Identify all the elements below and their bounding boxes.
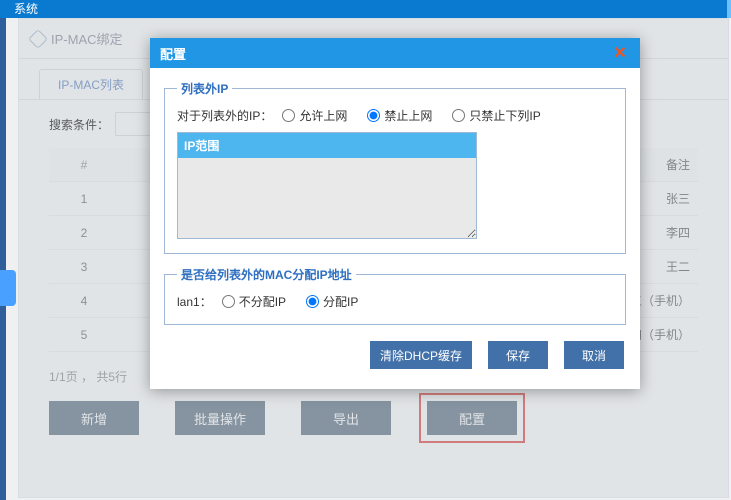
- side-drawer-handle[interactable]: [0, 270, 16, 306]
- radio-deny[interactable]: 禁止上网: [367, 107, 432, 124]
- radio-onlydeny-input[interactable]: [452, 109, 465, 122]
- radio-deny-input[interactable]: [367, 109, 380, 122]
- close-icon[interactable]: ✕: [610, 43, 630, 63]
- window-title-bar: 系统: [0, 0, 731, 18]
- mac-assign-row: lan1： 不分配IP 分配IP: [177, 293, 613, 310]
- radio-allow[interactable]: 允许上网: [282, 107, 347, 124]
- radio-allow-input[interactable]: [282, 109, 295, 122]
- outside-ip-label: 对于列表外的IP：: [177, 107, 272, 124]
- radio-onlydeny[interactable]: 只禁止下列IP: [452, 107, 540, 124]
- dialog-footer: 清除DHCP缓存 保存 取消: [164, 337, 626, 373]
- ip-range-list[interactable]: [178, 158, 476, 238]
- outside-ip-radio-row: 对于列表外的IP： 允许上网 禁止上网 只禁止下列IP: [177, 107, 613, 124]
- dialog-header: 配置 ✕: [150, 38, 640, 68]
- config-dialog: 配置 ✕ 列表外IP 对于列表外的IP： 允许上网 禁止上网 只禁止下列IP: [150, 38, 640, 389]
- fieldset-mac-assign: 是否给列表外的MAC分配IP地址 lan1： 不分配IP 分配IP: [164, 266, 626, 325]
- clear-dhcp-button[interactable]: 清除DHCP缓存: [370, 341, 472, 369]
- radio-assign[interactable]: 分配IP: [306, 293, 358, 310]
- radio-assign-input[interactable]: [306, 295, 319, 308]
- lan-label: lan1：: [177, 293, 212, 310]
- ip-range-header: IP范围: [178, 133, 476, 158]
- save-button[interactable]: 保存: [488, 341, 548, 369]
- radio-noassign-input[interactable]: [222, 295, 235, 308]
- fieldset-outside-ip: 列表外IP 对于列表外的IP： 允许上网 禁止上网 只禁止下列IP IP范围: [164, 80, 626, 254]
- fieldset-legend-2: 是否给列表外的MAC分配IP地址: [177, 266, 356, 283]
- fieldset-legend: 列表外IP: [177, 80, 232, 97]
- radio-noassign[interactable]: 不分配IP: [222, 293, 286, 310]
- app-title: 系统: [14, 2, 38, 16]
- window-control-strip: [727, 0, 731, 18]
- dialog-title: 配置: [160, 44, 186, 63]
- cancel-button[interactable]: 取消: [564, 341, 624, 369]
- ip-range-box: IP范围: [177, 132, 477, 239]
- left-gutter: [0, 18, 6, 500]
